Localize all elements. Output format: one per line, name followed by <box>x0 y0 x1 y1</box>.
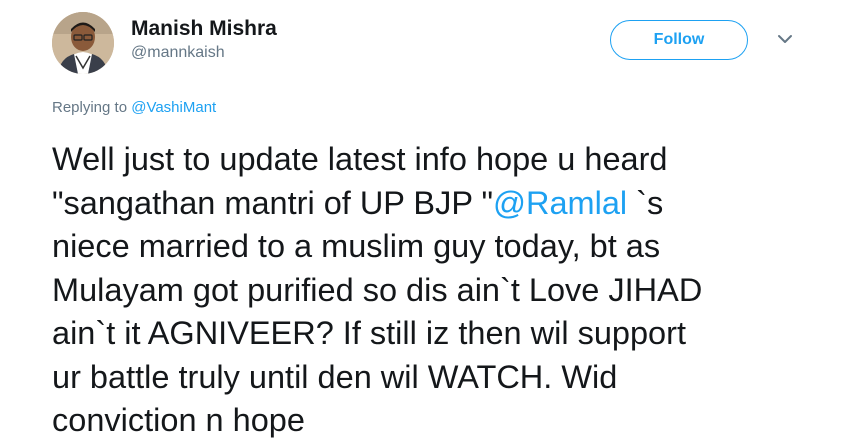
tweet-text-line: ain`t it AGNIVEER? If still iz then wil … <box>52 315 686 351</box>
replying-to: Replying to @VashiMant <box>52 99 216 116</box>
tweet-mention-link[interactable]: @Ramlal <box>493 185 627 221</box>
replying-to-mention[interactable]: @VashiMant <box>131 99 216 116</box>
tweet-text-line: Mulayam got purified so dis ain`t Love J… <box>52 271 703 308</box>
avatar-image <box>52 12 114 74</box>
tweet-text: Well just to update latest info hope u h… <box>52 138 842 442</box>
tweet-card: Manish Mishra @mannkaish Follow Replying… <box>0 0 850 442</box>
author-handle[interactable]: @mannkaish <box>131 42 277 64</box>
tweet-text-line: Well just to update latest info hope u h… <box>52 141 668 177</box>
follow-button[interactable]: Follow <box>610 20 748 60</box>
tweet-text-line: "sangathan mantri of UP BJP "@Ramlal `s <box>52 182 842 226</box>
replying-to-label: Replying to <box>52 99 128 116</box>
chevron-down-icon[interactable] <box>776 32 794 46</box>
author-info[interactable]: Manish Mishra @mannkaish <box>131 16 277 64</box>
tweet-text-line: niece married to a muslim guy today, bt … <box>52 228 661 264</box>
tweet-text-segment: `s <box>627 184 664 221</box>
author-display-name[interactable]: Manish Mishra <box>131 16 277 42</box>
avatar[interactable] <box>52 12 114 74</box>
tweet-text-line: ur battle truly until den wil WATCH. Wid <box>52 358 618 395</box>
tweet-text-segment: "sangathan mantri of UP BJP " <box>52 184 494 221</box>
tweet-header: Manish Mishra @mannkaish Follow <box>52 10 810 80</box>
tweet-text-line: conviction n hope <box>52 402 305 438</box>
